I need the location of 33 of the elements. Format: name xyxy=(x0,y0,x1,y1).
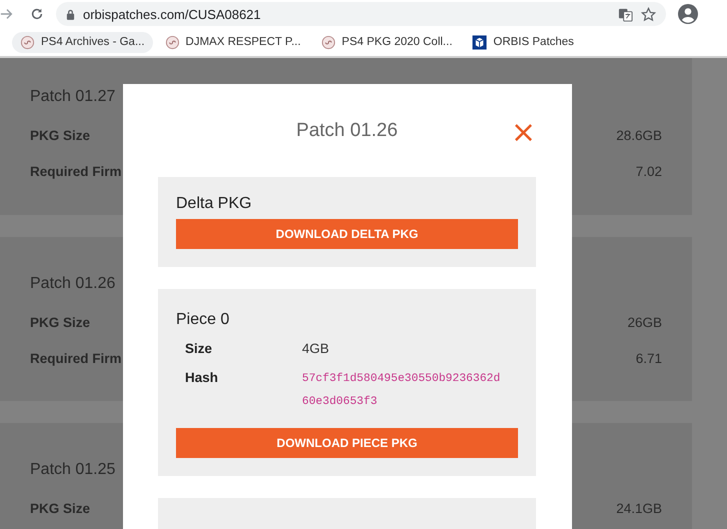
patch-title: Patch 01.26 xyxy=(30,275,116,293)
field-value: 6.71 xyxy=(636,351,662,368)
lock-icon xyxy=(66,8,75,20)
field-label: Required Firm xyxy=(30,164,122,181)
patch-title: Patch 01.25 xyxy=(30,461,116,479)
field-value: 26GB xyxy=(627,315,662,332)
patch-title: Patch 01.27 xyxy=(30,88,116,106)
field-label: Hash xyxy=(185,370,220,387)
dialog-title: Patch 01.26 xyxy=(296,120,398,142)
field-label: PKG Size xyxy=(30,501,90,518)
reload-icon[interactable] xyxy=(30,7,44,21)
field-label: Required Firm xyxy=(30,351,122,368)
bookmark[interactable]: PS4 Archives - Ga... xyxy=(12,32,153,52)
field-label: PKG Size xyxy=(30,315,90,332)
section-title: Piece 0 xyxy=(176,311,230,329)
field-value: 7.02 xyxy=(636,164,662,181)
hash-value: 57cf3f1d580495e30550b9236362d60e3d0653f3 xyxy=(302,372,500,410)
field-value: 4GB xyxy=(302,341,330,356)
forward-icon[interactable] xyxy=(0,7,14,21)
bookmark[interactable]: PS4 PKG 2020 Coll... xyxy=(312,32,460,52)
bookmark[interactable]: ORBIS Patches xyxy=(464,32,582,52)
translate-icon[interactable] xyxy=(618,6,633,22)
account-icon[interactable] xyxy=(678,4,698,24)
field-label: Size xyxy=(185,341,214,356)
section-title: Delta PKG xyxy=(176,195,253,213)
field-value: 28.6GB xyxy=(616,128,662,145)
address-bar[interactable]: orbispatches.com/CUSA08621 xyxy=(56,2,666,26)
field-label: PKG Size xyxy=(30,128,90,145)
star-icon[interactable] xyxy=(641,6,656,22)
cube-icon xyxy=(472,34,488,50)
bookmark[interactable]: DJMAX RESPECT P... xyxy=(156,32,309,52)
field-value: 24.1GB xyxy=(616,501,662,518)
close-button[interactable]: × xyxy=(510,118,536,148)
